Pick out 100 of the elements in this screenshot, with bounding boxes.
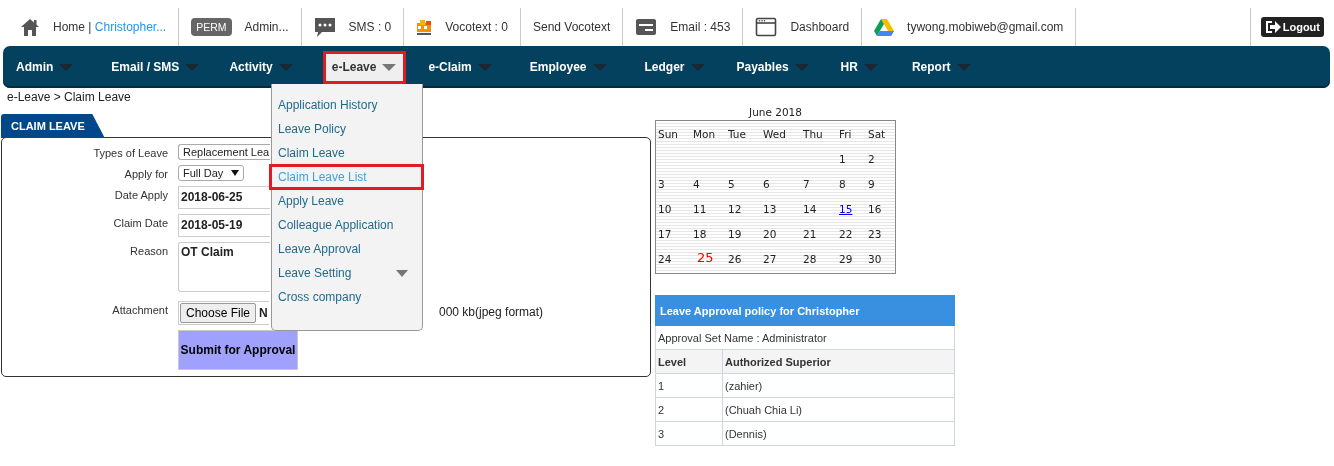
caret-icon — [185, 63, 200, 71]
field-label: Claim Date — [112, 216, 168, 229]
calendar-day: 5 — [728, 172, 763, 197]
window-icon — [755, 17, 778, 37]
calendar-day: 28 — [803, 247, 839, 272]
calendar-day: 17 — [658, 222, 693, 247]
menu-tab[interactable]: e-Claim — [418, 50, 502, 84]
calendar-day: 2 — [868, 147, 896, 172]
weekday-label: Sun — [658, 127, 679, 142]
calendar-day: 25 — [693, 247, 728, 272]
caret-icon — [592, 63, 607, 71]
set-name: Approval Set Name : Administrator — [655, 325, 955, 350]
home-icon — [20, 17, 40, 37]
email-count: Email : 453 — [670, 20, 731, 34]
calendar-day: 10 — [658, 197, 693, 222]
caret-icon — [59, 63, 74, 71]
menu-item[interactable]: Apply Leave — [272, 189, 422, 213]
menu-tab[interactable]: Payables — [726, 50, 819, 84]
calendar-day: 6 — [763, 172, 803, 197]
weekday-label: Fri — [839, 127, 853, 142]
card-icon — [635, 17, 658, 37]
table-cell: 2 — [655, 397, 723, 422]
text-area[interactable]: OT Claim — [178, 242, 270, 292]
table-cell: 3 — [655, 421, 723, 446]
weekday-label: Thu — [803, 127, 824, 142]
calendar-day: 21 — [803, 222, 839, 247]
menu-item[interactable]: Colleague Application — [272, 213, 422, 237]
input-field[interactable]: 2018-05-19 — [178, 214, 270, 237]
menu-item[interactable]: Leave Setting — [272, 261, 422, 285]
column-header: Level — [655, 349, 723, 374]
calendar-day: 8 — [839, 172, 868, 197]
calendar-day: 3 — [658, 172, 693, 197]
choose-file-button[interactable]: Choose File — [180, 303, 257, 323]
exit-icon — [1264, 19, 1281, 35]
calendar-day: 7 — [803, 172, 839, 197]
calendar-day: 27 — [763, 247, 803, 272]
send-link[interactable]: Send Vocotext — [532, 20, 611, 34]
calendar-day: 19 — [728, 222, 763, 247]
caret-icon — [477, 63, 492, 71]
submit-button[interactable]: Submit for Approval — [178, 330, 298, 370]
menu-tab[interactable]: Activity — [219, 50, 303, 84]
menu-tab[interactable]: Ledger — [634, 50, 715, 84]
calendar-day: 26 — [728, 247, 763, 272]
calendar-day: 12 — [728, 197, 763, 222]
weekday-label: Tue — [728, 127, 747, 142]
calendar-day: 11 — [693, 197, 728, 222]
form-tab[interactable]: CLAIM LEAVE — [1, 114, 105, 138]
field-label: Reason — [129, 244, 168, 257]
month-title: June 2018 — [747, 105, 803, 119]
field-label: Attachment — [111, 303, 168, 316]
menu-tab[interactable]: Email / SMS — [101, 50, 210, 84]
weekday-label: Wed — [763, 127, 787, 142]
table-title: Leave Approval policy for Christopher — [655, 295, 955, 326]
calendar-day: 1 — [839, 147, 868, 172]
menu-item[interactable]: Leave Approval — [272, 237, 422, 261]
logout-button[interactable]: Logout — [1260, 17, 1324, 37]
caret-icon — [956, 63, 971, 71]
vocotext-count: Vocotext : 0 — [445, 20, 508, 34]
admin-label: Admin... — [244, 20, 289, 34]
calendar-day: 4 — [693, 172, 728, 197]
email-address: tywong.mobiweb@gmail.com — [907, 20, 1064, 34]
calendar-day: 18 — [693, 222, 728, 247]
weekday-label: Sat — [868, 127, 887, 142]
input-field[interactable]: 2018-06-25 — [178, 186, 270, 209]
caret-icon — [794, 63, 809, 71]
caret-icon — [690, 63, 705, 71]
caret-icon — [396, 269, 408, 277]
field-label: Types of Leave — [92, 146, 168, 159]
day-link[interactable]: 15 — [839, 197, 868, 222]
dashboard-link[interactable]: Dashboard — [790, 20, 850, 34]
field-label: Apply for — [123, 167, 168, 180]
home-link[interactable]: Home | — [53, 20, 92, 34]
menu-item[interactable]: Cross company — [272, 285, 422, 309]
menu-tab[interactable]: HR — [830, 50, 888, 84]
caret-icon — [382, 63, 397, 71]
weekday-label: Mon — [693, 127, 717, 142]
select-field[interactable]: Replacement Lea — [178, 144, 270, 160]
file-status: N — [259, 306, 268, 320]
breadcrumb: e-Leave > Claim Leave — [7, 90, 131, 104]
calendar-day: 24 — [658, 247, 693, 272]
perm-badge: PERM — [191, 18, 232, 36]
menu-tab[interactable]: Report — [901, 50, 981, 84]
table-cell: (Dennis) — [722, 421, 955, 446]
calendar-day: 23 — [868, 222, 896, 247]
menu-item[interactable]: Claim Leave — [272, 141, 422, 165]
calendar-day: 30 — [868, 247, 896, 272]
select-field[interactable]: Full Day — [178, 165, 245, 181]
menu-tab[interactable]: e-Leave — [322, 50, 407, 84]
menu-item[interactable]: Leave Policy — [272, 117, 422, 141]
calendar-day: 13 — [763, 197, 803, 222]
caret-icon — [278, 63, 293, 71]
app-logo-icon — [416, 18, 433, 36]
chat-icon — [313, 16, 336, 38]
size-note: 000 kb(jpeg format) — [439, 304, 544, 319]
menu-tab[interactable]: Employee — [519, 50, 617, 84]
table-cell: (Chuah Chia Li) — [722, 397, 955, 422]
triangle-logo-icon — [874, 17, 895, 37]
menu-item[interactable]: Application History — [272, 93, 422, 117]
menu-tab[interactable]: Admin — [6, 50, 84, 84]
calendar-day: 20 — [763, 222, 803, 247]
